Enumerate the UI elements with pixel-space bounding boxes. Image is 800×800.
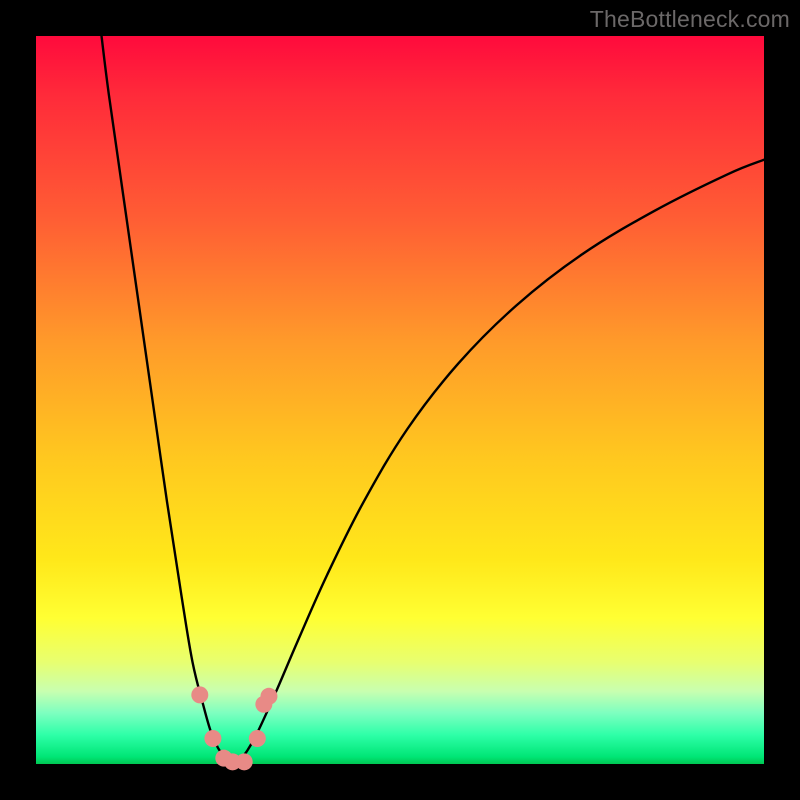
watermark-text: TheBottleneck.com (590, 6, 790, 33)
curve-left (102, 36, 233, 764)
data-marker (204, 730, 221, 747)
data-marker (236, 753, 253, 770)
data-markers (191, 686, 277, 770)
data-marker (249, 730, 266, 747)
plot-area (36, 36, 764, 764)
curve-right (233, 160, 764, 764)
data-marker (260, 688, 277, 705)
chart-svg (36, 36, 764, 764)
data-marker (191, 686, 208, 703)
chart-frame: TheBottleneck.com (0, 0, 800, 800)
